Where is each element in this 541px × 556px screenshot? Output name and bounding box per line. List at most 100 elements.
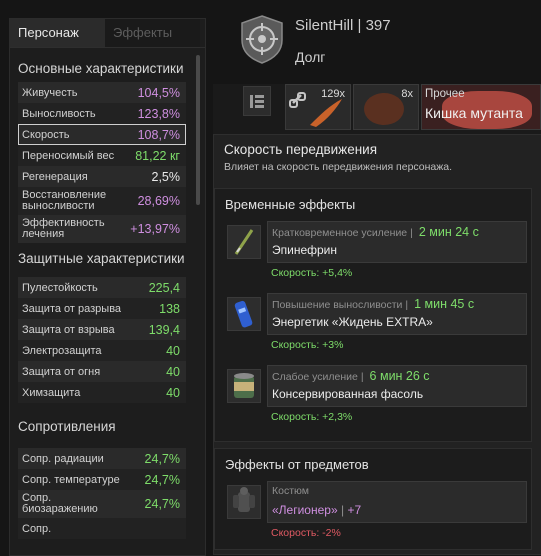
effect-item[interactable]: Слабое усиление | 6 мин 26 с Консервирова…	[223, 365, 527, 429]
stat-label: Восстановление выносливости	[22, 189, 107, 212]
inventory-slot[interactable]: 8x	[353, 84, 419, 130]
effect-item[interactable]: Кратковременное усиление | 2 мин 24 с Эпи…	[223, 221, 527, 285]
stat-row-temperature-resistance[interactable]: Сопр. температуре 24,7%	[18, 469, 186, 490]
stat-value: 81,22 кг	[135, 148, 180, 163]
stat-row-resistance-partial[interactable]: Сопр.	[18, 518, 186, 539]
stat-row-fire-protection[interactable]: Защита от огня 40	[18, 361, 186, 382]
tooltip-title: Скорость передвижения	[224, 142, 378, 157]
effect-timer: 2 мин 24 с	[418, 225, 479, 239]
stat-value: 225,4	[148, 280, 180, 295]
stat-row-rupture-protection[interactable]: Защита от разрыва 138	[18, 298, 186, 319]
effect-bonus: Скорость: +3%	[271, 339, 344, 351]
stat-label: Выносливость	[22, 107, 96, 120]
stat-value: 139,4	[148, 322, 180, 337]
effect-info: Кратковременное усиление | 2 мин 24 с Эпи…	[267, 221, 527, 263]
character-stats-panel: Персонаж Эффекты Основные характеристики…	[9, 18, 206, 556]
stat-row-bullet-resistance[interactable]: Пулестойкость 225,4	[18, 277, 186, 298]
stat-row-electro-protection[interactable]: Электрозащита 40	[18, 340, 186, 361]
stat-value: 24,7%	[144, 472, 180, 487]
stat-label: Регенерация	[22, 170, 88, 183]
effect-name: Эпинефрин	[272, 243, 338, 257]
suit-name: «Легионер»	[272, 503, 338, 517]
temporary-effects-block: Временные эффекты Кратковременное усилен…	[214, 188, 532, 442]
feather-item-icon	[310, 99, 342, 127]
stat-row-vitality[interactable]: Живучесть 104,5%	[18, 82, 186, 103]
effect-item[interactable]: Повышение выносливости | 1 мин 45 с Энерг…	[223, 293, 527, 357]
faction-name: Долг	[295, 49, 326, 65]
item-effects-block: Эффекты от предметов Костюм «Легионер» |…	[214, 448, 532, 550]
stats-tabs: Персонаж Эффекты	[10, 19, 205, 48]
inventory-slot-selected[interactable]: Прочее Кишка мутанта	[421, 84, 541, 130]
stat-label: Химзащита	[22, 386, 81, 399]
stat-row-speed[interactable]: Скорость 108,7%	[18, 124, 186, 145]
stat-value: 138	[159, 301, 180, 316]
item-name-line: «Легионер» | +7	[272, 503, 362, 517]
player-header: SilentHill | 397 Долг	[213, 0, 541, 82]
stat-value: 40	[166, 343, 180, 358]
stat-label: Пулестойкость	[22, 281, 98, 294]
stat-label: Переносимый вес	[22, 149, 115, 162]
energy-drink-can-icon	[227, 297, 261, 331]
stat-label: Эффективность лечения	[22, 217, 105, 240]
stat-row-stamina[interactable]: Выносливость 123,8%	[18, 103, 186, 124]
stat-label: Живучесть	[22, 86, 78, 99]
item-type: Костюм	[272, 485, 309, 497]
upgrade-level: +7	[347, 503, 362, 517]
stat-label: Защита от разрыва	[22, 302, 122, 315]
section-resistances-title: Сопротивления	[18, 419, 116, 434]
tab-character[interactable]: Персонаж	[10, 19, 105, 47]
sort-icon	[250, 95, 264, 108]
effect-timer: 1 мин 45 с	[414, 297, 475, 311]
stat-label: Сопр. радиации	[22, 452, 104, 465]
stat-value: +13,97%	[130, 222, 180, 236]
temporary-effects-title: Временные эффекты	[225, 197, 356, 212]
stat-row-bio-resistance[interactable]: Сопр. биозаражению 24,7%	[18, 490, 186, 518]
stat-label: Сопр.	[22, 522, 52, 535]
effect-name: Консервированная фасоль	[272, 387, 424, 401]
stat-row-explosion-protection[interactable]: Защита от взрыва 139,4	[18, 319, 186, 340]
item-name: Кишка мутанта	[425, 105, 523, 121]
item-effect-bonus: Скорость: -2%	[271, 527, 341, 539]
stat-row-carry-weight[interactable]: Переносимый вес 81,22 кг	[18, 145, 186, 166]
sort-filter-button[interactable]	[243, 86, 271, 116]
stat-value: 24,7%	[144, 451, 180, 466]
item-effects-title: Эффекты от предметов	[225, 457, 369, 472]
effect-type: Кратковременное усиление | 2 мин 24 с	[272, 225, 479, 239]
stat-label: Скорость	[22, 128, 70, 141]
speed-tooltip: Скорость передвижения Влияет на скорость…	[214, 135, 541, 554]
stat-row-healing-efficiency[interactable]: Эффективность лечения +13,97%	[18, 215, 186, 243]
stat-value: 40	[166, 364, 180, 379]
tooltip-header: Скорость передвижения Влияет на скорость…	[214, 135, 541, 183]
tooltip-description: Влияет на скорость передвижения персонаж…	[224, 161, 453, 173]
stat-value: 108,7%	[137, 127, 180, 142]
stat-value: 24,7%	[144, 497, 180, 511]
stat-row-chem-protection[interactable]: Химзащита 40	[18, 382, 186, 403]
stat-value: 40	[166, 385, 180, 400]
stat-value: 123,8%	[137, 106, 180, 121]
stat-row-radiation-resistance[interactable]: Сопр. радиации 24,7%	[18, 448, 186, 469]
effect-info: Повышение выносливости | 1 мин 45 с Энерг…	[267, 293, 527, 335]
chain-icon	[289, 92, 306, 108]
stat-label: Защита от взрыва	[22, 323, 115, 336]
item-effect[interactable]: Костюм «Легионер» | +7 Скорость: -2%	[223, 481, 527, 545]
section-protection-title: Защитные характеристики	[18, 251, 185, 266]
stat-value: 104,5%	[137, 85, 180, 100]
faction-shield-icon	[241, 15, 283, 64]
armor-suit-icon	[227, 485, 261, 519]
stat-row-stamina-regen[interactable]: Восстановление выносливости 28,69%	[18, 187, 186, 215]
stat-label: Защита от огня	[22, 365, 101, 378]
inventory-slot[interactable]: 129x	[285, 84, 351, 130]
effect-info: Слабое усиление | 6 мин 26 с Консервирова…	[267, 365, 527, 407]
stats-scrollbar[interactable]	[196, 55, 200, 205]
stat-label: Сопр. температуре	[22, 473, 120, 486]
stat-row-regeneration[interactable]: Регенерация 2,5%	[18, 166, 186, 187]
meat-item-icon	[364, 93, 404, 125]
player-name-level: SilentHill | 397	[295, 17, 391, 34]
section-main-title: Основные характеристики	[18, 61, 184, 76]
effect-type: Слабое усиление | 6 мин 26 с	[272, 369, 430, 383]
canned-beans-icon	[227, 369, 261, 403]
syringe-icon	[227, 225, 261, 259]
effect-bonus: Скорость: +2,3%	[271, 411, 353, 423]
tab-effects[interactable]: Эффекты	[105, 19, 200, 47]
item-count: 129x	[321, 88, 345, 100]
